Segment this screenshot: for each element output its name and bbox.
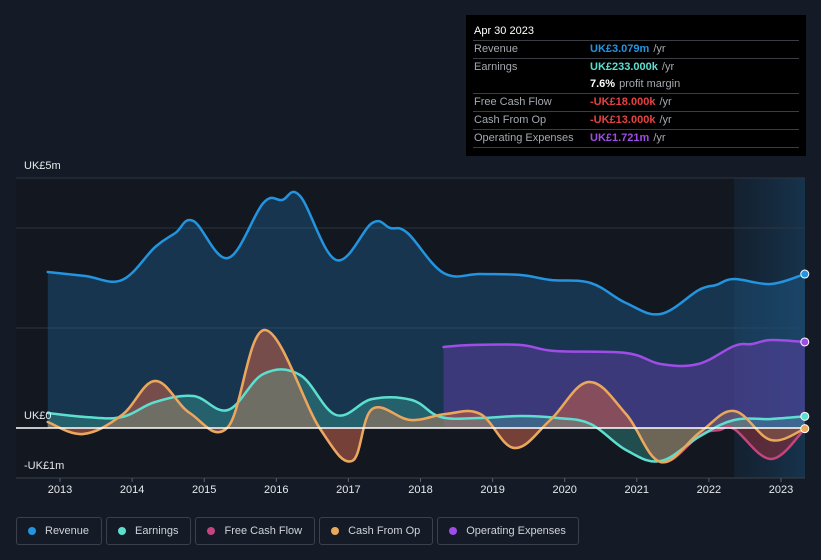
tooltip-value: -UK£13.000k — [590, 114, 656, 126]
x-tick-label: 2022 — [696, 484, 722, 496]
x-tick-label: 2016 — [264, 484, 289, 496]
tooltip-label: Free Cash Flow — [474, 96, 552, 108]
tooltip-value: 7.6% — [590, 78, 616, 90]
tooltip-panel: Apr 30 2023 Revenue UK£3.079m/yr Earnings U… — [466, 15, 806, 156]
legend-item-earnings[interactable]: Earnings — [106, 517, 192, 545]
legend-label: Free Cash Flow — [224, 525, 303, 537]
y-axis-label-top: UK£5m — [24, 160, 61, 172]
tooltip-value: UK£1.721m — [590, 132, 650, 144]
tooltip-date: Apr 30 2023 — [473, 23, 799, 41]
tooltip-value: UK£3.079m — [590, 43, 650, 55]
tooltip-label: Earnings — [474, 61, 518, 73]
legend-dot-icon — [331, 527, 340, 535]
end-marker-earnings — [800, 411, 810, 421]
legend-label: Revenue — [45, 525, 90, 537]
x-tick-label: 2021 — [624, 484, 650, 496]
tooltip-unit: /yr — [653, 43, 666, 55]
tooltip-row-free-cash-flow: Free Cash Flow -UK£18.000k/yr — [473, 94, 799, 112]
tooltip-value: UK£233.000k — [590, 61, 658, 73]
tooltip-value: -UK£18.000k — [590, 96, 656, 108]
legend-item-operating-expenses[interactable]: Operating Expenses — [437, 517, 579, 545]
tooltip-unit: /yr — [653, 132, 666, 144]
end-marker-operating-expenses — [800, 337, 810, 347]
x-tick-label: 2023 — [768, 484, 794, 496]
legend-item-revenue[interactable]: Revenue — [16, 517, 103, 545]
y-axis-label-zero: UK£0 — [24, 410, 52, 422]
tooltip-row-operating-expenses: Operating Expenses UK£1.721m/yr — [473, 130, 799, 148]
legend-dot-icon — [449, 527, 458, 535]
tooltip-row-revenue: Revenue UK£3.079m/yr — [473, 41, 799, 59]
tooltip-label: Revenue — [474, 43, 519, 55]
legend-label: Cash From Op — [348, 525, 421, 537]
end-marker-cash-from-op — [800, 424, 810, 434]
x-axis-ticks — [16, 477, 805, 482]
x-tick-label: 2017 — [336, 484, 361, 496]
tooltip-unit: /yr — [659, 114, 672, 126]
x-tick-label: 2015 — [191, 484, 217, 496]
end-marker-revenue — [800, 269, 810, 279]
legend-dot-icon — [28, 527, 36, 535]
x-tick-label: 2018 — [408, 484, 433, 496]
tooltip-unit: profit margin — [619, 78, 681, 90]
x-tick-label: 2014 — [119, 484, 145, 496]
tooltip-label: Cash From Op — [474, 114, 547, 126]
x-tick-label: 2020 — [552, 484, 577, 496]
legend-item-cash-from-op[interactable]: Cash From Op — [319, 517, 434, 545]
y-axis-label-bottom: -UK£1m — [24, 460, 65, 472]
legend-dot-icon — [207, 527, 216, 535]
tooltip-row-cash-from-op: Cash From Op -UK£13.000k/yr — [473, 112, 799, 130]
legend-dot-icon — [118, 527, 127, 535]
legend-item-free-cash-flow[interactable]: Free Cash Flow — [195, 517, 316, 545]
tooltip-label — [473, 76, 590, 93]
legend-label: Earnings — [135, 525, 179, 537]
x-tick-label: 2013 — [47, 484, 73, 496]
tooltip-unit: /yr — [661, 61, 675, 73]
tooltip-row-profit-margin: 7.6% profit margin — [473, 76, 799, 94]
tooltip-label: Operating Expenses — [474, 132, 574, 144]
legend: Revenue Earnings Free Cash Flow Cash From O… — [16, 517, 579, 545]
x-tick-label: 2019 — [480, 484, 505, 496]
tooltip-row-earnings: Earnings UK£233.000k/yr — [473, 59, 799, 76]
legend-label: Operating Expenses — [466, 525, 566, 537]
tooltip-unit: /yr — [659, 96, 672, 108]
